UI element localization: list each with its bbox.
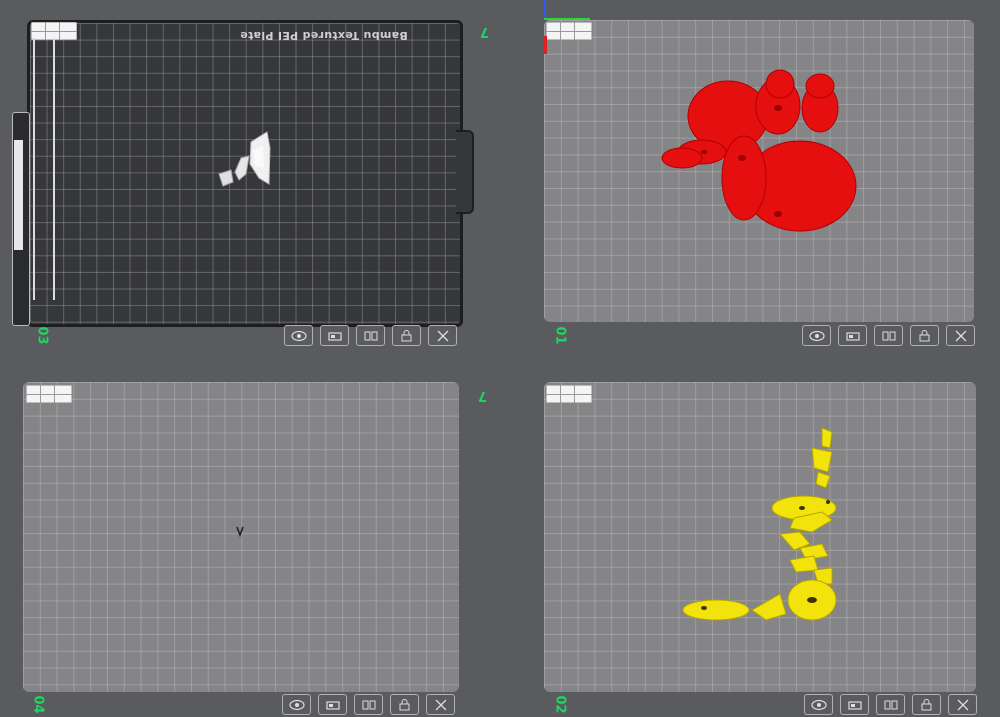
close-icon[interactable] <box>948 694 977 715</box>
plate-number: 01 <box>552 326 568 345</box>
lock-icon[interactable] <box>910 325 939 346</box>
orient-icon[interactable] <box>318 694 347 715</box>
plate-corner-label: 7 <box>478 388 488 403</box>
eye-icon[interactable] <box>284 325 313 346</box>
orient-icon[interactable] <box>320 325 349 346</box>
arrange-icon[interactable] <box>354 694 383 715</box>
plate-logo <box>546 22 592 40</box>
orient-icon[interactable] <box>840 694 869 715</box>
red-part-group[interactable] <box>660 66 860 236</box>
eye-icon[interactable] <box>804 694 833 715</box>
plate-toolbar <box>284 325 457 346</box>
lock-icon[interactable] <box>390 694 419 715</box>
arrange-icon[interactable] <box>874 325 903 346</box>
close-icon[interactable] <box>946 325 975 346</box>
eye-icon[interactable] <box>282 694 311 715</box>
arrange-icon[interactable] <box>876 694 905 715</box>
plate-number: 03 <box>34 326 50 345</box>
axis-z <box>544 36 547 54</box>
plate-name-label: Bambu Textured PEI Plate <box>240 29 408 42</box>
plate-toolbar <box>804 694 977 715</box>
axis-x <box>544 18 590 20</box>
axis-y <box>544 0 546 20</box>
plate-number: 02 <box>552 695 568 714</box>
plate-tab-right <box>456 130 474 214</box>
white-part-group[interactable] <box>215 128 275 192</box>
eye-icon[interactable] <box>802 325 831 346</box>
plate-corner-label: 7 <box>480 24 490 39</box>
orient-icon[interactable] <box>838 325 867 346</box>
close-icon[interactable] <box>428 325 457 346</box>
tiny-part[interactable] <box>234 525 246 537</box>
plate-logo <box>546 385 592 403</box>
close-icon[interactable] <box>426 694 455 715</box>
plate-04[interactable] <box>23 382 459 692</box>
plate-toolbar <box>802 325 975 346</box>
plate-side-strip <box>14 140 23 250</box>
arrange-icon[interactable] <box>356 325 385 346</box>
plate-number: 04 <box>30 695 46 714</box>
lock-icon[interactable] <box>392 325 421 346</box>
plate-rail-lines <box>33 38 55 300</box>
plate-logo <box>26 385 72 403</box>
plate-toolbar <box>282 694 455 715</box>
lock-icon[interactable] <box>912 694 941 715</box>
yellow-part-group[interactable] <box>682 424 842 630</box>
